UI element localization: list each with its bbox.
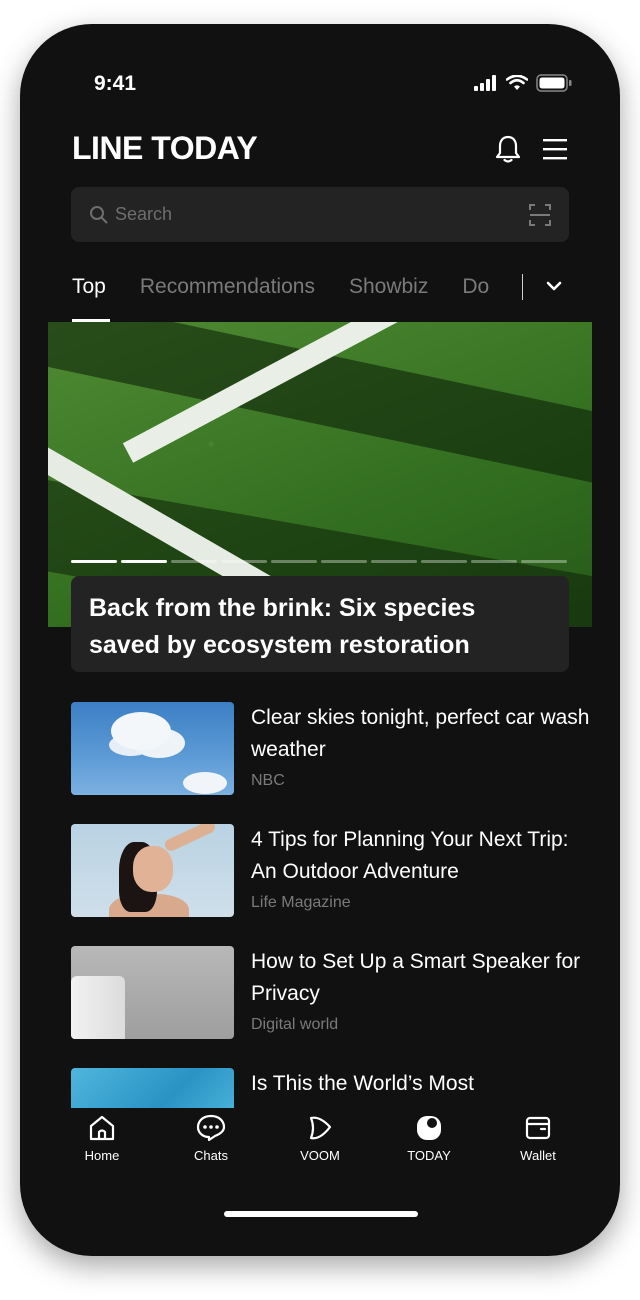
article-title: 4 Tips for Planning Your Next Trip: An O… [251,828,569,883]
person-shape [133,846,173,892]
nav-voom[interactable]: VOOM [275,1114,365,1163]
nav-voom-label: VOOM [300,1148,340,1163]
nav-today[interactable]: TODAY [384,1114,474,1163]
article-thumbnail [71,824,234,917]
article-item[interactable]: How to Set Up a Smart Speaker for Privac… [71,946,591,1039]
progress-segment [471,560,517,563]
phone-frame: 9:41 LINE TODAY Search Top Recommendatio… [20,24,620,1256]
progress-segment [271,560,317,563]
article-title: Clear skies tonight, perfect car wash we… [251,706,590,761]
header-actions [494,134,568,164]
progress-segment [521,560,567,563]
hero-headline-card[interactable]: Back from the brink: Six species saved b… [71,576,569,672]
article-thumbnail [71,946,234,1039]
search-icon [90,206,108,224]
tab-showbiz[interactable]: Showbiz [349,262,428,312]
article-meta: Clear skies tonight, perfect car wash we… [251,702,591,790]
wallet-icon [525,1116,551,1140]
app-logo: LINE TODAY [72,130,258,166]
tab-recommendations[interactable]: Recommendations [140,262,315,312]
article-title: How to Set Up a Smart Speaker for Privac… [251,950,581,1005]
speaker-shape [71,976,125,1039]
article-item[interactable]: 4 Tips for Planning Your Next Trip: An O… [71,824,591,917]
progress-segment [171,560,217,563]
article-source: Digital world [251,1016,339,1033]
nav-wallet[interactable]: Wallet [493,1114,583,1163]
article-meta: Is This the World’s Most [251,1068,591,1106]
menu-icon[interactable] [542,137,568,161]
person-shape [162,824,218,853]
nav-home-label: Home [84,1148,120,1163]
article-meta: 4 Tips for Planning Your Next Trip: An O… [251,824,591,912]
nav-today-label: TODAY [407,1148,451,1163]
article-meta: How to Set Up a Smart Speaker for Privac… [251,946,591,1034]
nav-chats-label: Chats [194,1148,228,1163]
article-source: Life Magazine [251,894,351,911]
article-thumbnail [71,702,234,795]
article-item[interactable]: Clear skies tonight, perfect car wash we… [71,702,591,795]
chat-icon [196,1114,226,1142]
search-bar[interactable] [71,187,569,242]
nav-wallet-label: Wallet [520,1148,556,1163]
home-indicator [224,1211,418,1217]
tabs-track: Top Recommendations Showbiz Do [72,262,522,322]
voom-icon [309,1116,332,1140]
progress-segment [221,560,267,563]
tabs-divider [522,274,523,300]
progress-segment [421,560,467,563]
article-source: NBC [251,772,285,789]
chevron-down-icon[interactable] [544,276,564,296]
nav-home[interactable]: Home [57,1114,147,1163]
signal-icon [474,75,496,91]
status-bar: 9:41 [20,24,620,114]
battery-icon [536,74,572,92]
nav-chats[interactable]: Chats [166,1114,256,1163]
cloud-shape [183,772,227,794]
progress-segment [121,560,167,563]
progress-segment [71,560,117,563]
bottom-nav: Home Chats VOOM TODAY Wallet [20,1114,620,1174]
article-list: Clear skies tonight, perfect car wash we… [71,702,591,1108]
status-icons [474,74,572,92]
app-header: LINE TODAY [72,126,568,174]
status-time: 9:41 [94,72,137,95]
scan-icon[interactable] [529,204,551,226]
bell-icon[interactable] [494,134,522,164]
search-input[interactable] [115,187,495,242]
cloud-shape [111,712,171,750]
carousel-progress [71,560,567,563]
progress-segment [321,560,367,563]
hero-headline: Back from the brink: Six species saved b… [89,594,476,659]
wifi-icon [506,75,528,90]
article-thumbnail [71,1068,234,1108]
today-icon [417,1116,441,1140]
article-title: Is This the World’s Most [251,1072,474,1095]
progress-segment [371,560,417,563]
tab-top[interactable]: Top [72,262,110,322]
category-tabs: Top Recommendations Showbiz Do [20,262,620,322]
home-icon [89,1115,115,1141]
tab-more-partial[interactable]: Do [462,262,489,312]
article-item[interactable]: Is This the World’s Most [71,1068,591,1108]
